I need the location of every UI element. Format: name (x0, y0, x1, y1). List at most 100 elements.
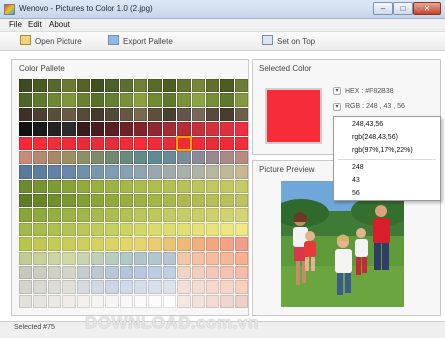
palette-swatch[interactable] (205, 79, 220, 93)
palette-swatch[interactable] (134, 280, 148, 294)
palette-swatch[interactable] (90, 194, 105, 208)
palette-swatch[interactable] (76, 280, 90, 294)
palette-swatch[interactable] (234, 93, 248, 107)
palette-swatch[interactable] (47, 251, 62, 265)
palette-swatch[interactable] (234, 107, 248, 122)
palette-swatch[interactable] (191, 222, 205, 237)
palette-swatch[interactable] (90, 280, 105, 294)
palette-swatch[interactable] (19, 294, 33, 308)
palette-swatch[interactable] (33, 122, 47, 136)
palette-swatch[interactable] (62, 294, 76, 308)
palette-swatch[interactable] (76, 294, 90, 308)
palette-swatch[interactable] (234, 208, 248, 222)
palette-swatch[interactable] (90, 237, 105, 251)
palette-swatch[interactable] (19, 222, 33, 237)
palette-swatch[interactable] (220, 122, 234, 136)
palette-swatch[interactable] (119, 79, 133, 93)
palette-swatch[interactable] (220, 107, 234, 122)
palette-swatch[interactable] (19, 122, 33, 136)
palette-swatch[interactable] (90, 93, 105, 107)
palette-swatch[interactable] (191, 179, 205, 193)
menu-item-rgb-plain[interactable]: 248,43,56 (352, 121, 383, 128)
palette-swatch[interactable] (234, 136, 248, 150)
palette-swatch[interactable] (62, 237, 76, 251)
palette-swatch[interactable] (119, 280, 133, 294)
menu-file[interactable]: File (9, 20, 22, 29)
palette-swatch[interactable] (205, 280, 220, 294)
palette-swatch[interactable] (162, 208, 177, 222)
palette-swatch[interactable] (62, 179, 76, 193)
palette-swatch[interactable] (119, 265, 133, 280)
palette-swatch[interactable] (220, 208, 234, 222)
palette-swatch[interactable] (47, 150, 62, 165)
menu-item-red[interactable]: 248 (352, 164, 364, 171)
palette-swatch[interactable] (33, 265, 47, 280)
palette-swatch[interactable] (220, 79, 234, 93)
palette-swatch[interactable] (205, 251, 220, 265)
palette-swatch[interactable] (177, 294, 191, 308)
palette-swatch[interactable] (162, 107, 177, 122)
palette-swatch[interactable] (33, 136, 47, 150)
palette-swatch[interactable] (205, 194, 220, 208)
palette-swatch[interactable] (33, 150, 47, 165)
palette-swatch[interactable] (162, 294, 177, 308)
palette-swatch[interactable] (134, 294, 148, 308)
palette-swatch[interactable] (105, 79, 119, 93)
palette-swatch[interactable] (134, 150, 148, 165)
palette-swatch[interactable] (191, 294, 205, 308)
palette-swatch[interactable] (191, 150, 205, 165)
palette-swatch[interactable] (76, 79, 90, 93)
palette-swatch[interactable] (33, 237, 47, 251)
palette-swatch[interactable] (62, 79, 76, 93)
palette-swatch[interactable] (177, 194, 191, 208)
palette-swatch[interactable] (119, 208, 133, 222)
palette-swatch[interactable] (148, 122, 162, 136)
palette-swatch[interactable] (105, 194, 119, 208)
palette-swatch[interactable] (119, 165, 133, 179)
palette-swatch[interactable] (220, 265, 234, 280)
palette-swatch[interactable] (191, 194, 205, 208)
palette-swatch[interactable] (47, 179, 62, 193)
palette-swatch[interactable] (105, 237, 119, 251)
palette-swatch[interactable] (62, 165, 76, 179)
copy-rgb-button[interactable]: ▾ (333, 103, 341, 111)
palette-swatch[interactable] (119, 251, 133, 265)
palette-swatch[interactable] (220, 294, 234, 308)
palette-swatch[interactable] (134, 237, 148, 251)
menu-about[interactable]: About (49, 20, 70, 29)
palette-swatch[interactable] (177, 150, 191, 165)
palette-swatch[interactable] (220, 165, 234, 179)
palette-swatch[interactable] (177, 251, 191, 265)
palette-swatch[interactable] (134, 93, 148, 107)
palette-swatch[interactable] (47, 222, 62, 237)
heart-icon[interactable]: ♡ (414, 4, 423, 15)
palette-swatch[interactable] (148, 150, 162, 165)
palette-swatch[interactable] (119, 150, 133, 165)
palette-swatch[interactable] (148, 222, 162, 237)
palette-swatch[interactable] (76, 93, 90, 107)
palette-swatch[interactable] (162, 280, 177, 294)
palette-swatch[interactable] (19, 251, 33, 265)
maximize-button[interactable]: □ (393, 2, 413, 15)
palette-swatch[interactable] (19, 194, 33, 208)
palette-swatch[interactable] (220, 222, 234, 237)
palette-swatch[interactable] (19, 237, 33, 251)
palette-swatch[interactable] (62, 93, 76, 107)
palette-swatch[interactable] (62, 280, 76, 294)
palette-swatch[interactable] (220, 136, 234, 150)
palette-swatch[interactable] (90, 222, 105, 237)
palette-swatch[interactable] (76, 237, 90, 251)
palette-swatch[interactable] (148, 93, 162, 107)
palette-swatch[interactable] (47, 294, 62, 308)
palette-swatch[interactable] (148, 165, 162, 179)
palette-swatch[interactable] (76, 265, 90, 280)
palette-swatch[interactable] (234, 79, 248, 93)
palette-swatch[interactable] (148, 265, 162, 280)
palette-swatch[interactable] (33, 194, 47, 208)
palette-swatch[interactable] (33, 179, 47, 193)
menu-edit[interactable]: Edit (28, 20, 42, 29)
palette-swatch[interactable] (191, 251, 205, 265)
palette-swatch[interactable] (62, 251, 76, 265)
palette-swatch[interactable] (90, 208, 105, 222)
palette-swatch[interactable] (47, 280, 62, 294)
